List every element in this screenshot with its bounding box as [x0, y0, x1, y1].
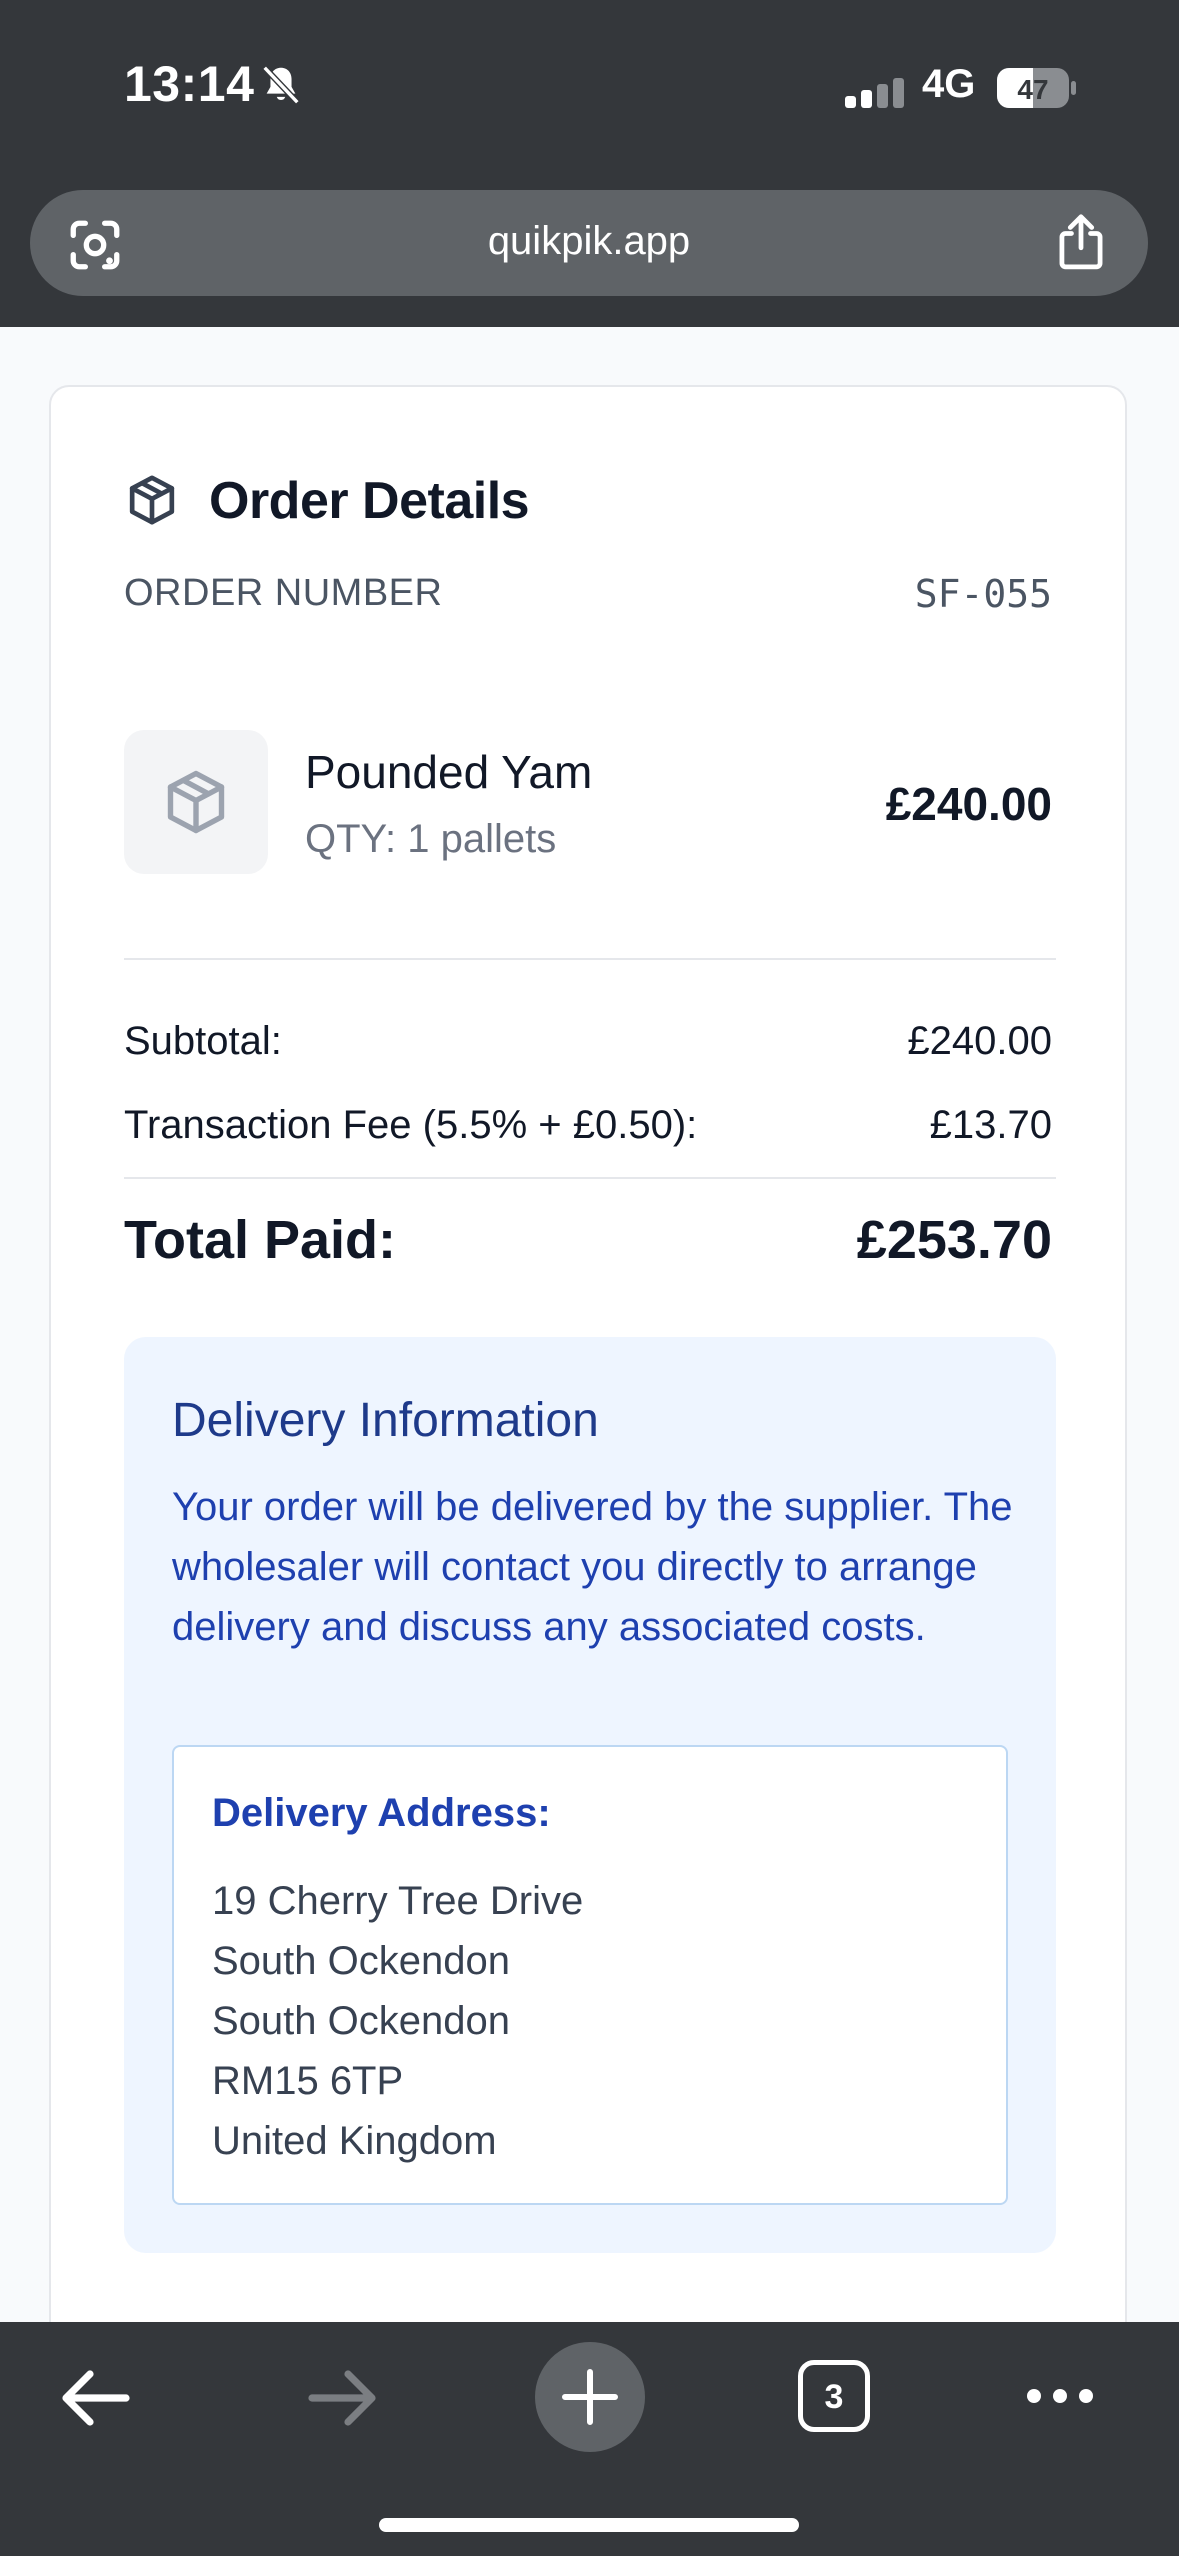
divider — [124, 958, 1056, 960]
page-title: Order Details — [209, 472, 530, 530]
battery-icon: 47 — [997, 68, 1076, 108]
url-text[interactable]: quikpik.app — [30, 219, 1148, 264]
address-line: South Ockendon — [212, 1999, 510, 2043]
product-price: £240.00 — [885, 778, 1052, 830]
home-indicator[interactable] — [379, 2518, 799, 2532]
delivery-description: Your order will be delivered by the supp… — [172, 1485, 1013, 1649]
package-icon — [129, 475, 175, 525]
order-number: SF-055 — [914, 572, 1052, 616]
order-details-card: Order Details ORDER NUMBER SF-055 Pounde… — [49, 385, 1127, 2385]
address-line: South Ockendon — [212, 1939, 510, 1983]
package-icon — [167, 770, 225, 834]
status-time: 13:14 — [124, 56, 255, 112]
subtotal-value: £240.00 — [907, 1019, 1052, 1063]
delivery-address-box: Delivery Address: 19 Cherry Tree Drive S… — [172, 1745, 1008, 2205]
order-number-label: ORDER NUMBER — [124, 572, 443, 614]
address-line: RM15 6TP — [212, 2059, 404, 2103]
signal-icon — [845, 78, 904, 108]
new-tab-icon[interactable] — [535, 2342, 645, 2452]
total-value: £253.70 — [856, 1210, 1052, 1270]
forward-arrow-icon[interactable] — [306, 2366, 380, 2430]
product-quantity: QTY: 1 pallets — [305, 817, 557, 861]
address-line: United Kingdom — [212, 2119, 497, 2163]
address-line: 19 Cherry Tree Drive — [212, 1879, 584, 1923]
bell-slash-icon — [262, 65, 300, 105]
product-name: Pounded Yam — [305, 746, 593, 798]
fee-label: Transaction Fee (5.5% + £0.50): — [124, 1103, 698, 1147]
tabs-icon[interactable]: 3 — [798, 2360, 870, 2432]
address-bar[interactable]: quikpik.app — [30, 190, 1148, 296]
delivery-address: 19 Cherry Tree Drive South Ockendon Sout… — [212, 1871, 583, 2171]
total-label: Total Paid: — [124, 1210, 397, 1270]
more-icon[interactable] — [1024, 2384, 1096, 2408]
battery-level: 47 — [1017, 74, 1048, 105]
fee-value: £13.70 — [929, 1103, 1052, 1147]
product-thumbnail — [124, 730, 268, 874]
browser-bottom-toolbar: 3 — [0, 2322, 1179, 2556]
delivery-title: Delivery Information — [172, 1394, 599, 1447]
subtotal-label: Subtotal: — [124, 1019, 282, 1063]
delivery-address-label: Delivery Address: — [212, 1791, 551, 1835]
share-icon[interactable] — [1052, 212, 1110, 274]
browser-top-bar: 13:14 4G 47 quikpik.app — [0, 0, 1179, 327]
tabs-count: 3 — [824, 2378, 844, 2416]
divider — [124, 1177, 1056, 1179]
back-arrow-icon[interactable] — [58, 2366, 132, 2430]
network-type: 4G — [922, 62, 976, 106]
delivery-info-panel: Delivery Information Your order will be … — [124, 1337, 1056, 2253]
